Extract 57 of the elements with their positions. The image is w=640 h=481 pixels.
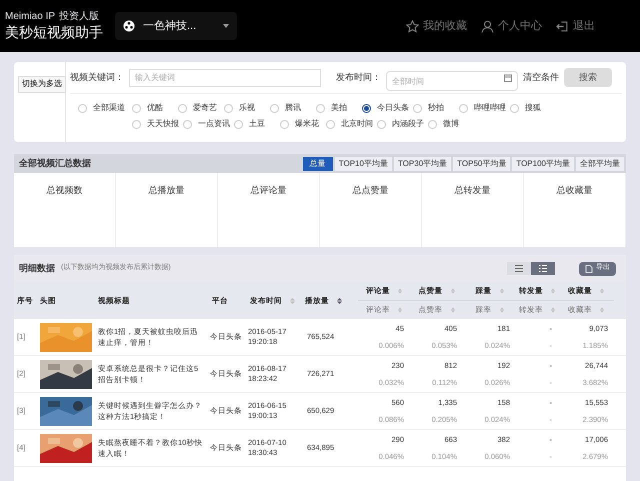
channel-radio[interactable]: 秒拍 xyxy=(413,100,459,116)
channel-radio[interactable]: 北京时间 xyxy=(326,116,377,132)
brand-label: Meimiao IP xyxy=(5,11,56,24)
summary-tab[interactable]: TOP30平均量 xyxy=(394,156,452,170)
nav-link[interactable]: 个人中心 xyxy=(481,18,542,34)
logout-icon xyxy=(556,20,569,32)
panel-title: 全部视频汇总数据 xyxy=(19,156,91,170)
edition-label: 投资人版 xyxy=(59,11,100,24)
list-icon xyxy=(539,265,547,272)
summary-tab[interactable]: 全部平均量 xyxy=(576,156,624,170)
date-field[interactable]: 全部时间 xyxy=(386,71,518,91)
star-icon xyxy=(406,20,419,32)
channel-radio[interactable]: 内涵段子 xyxy=(377,116,428,132)
channel-radio[interactable]: 哔哩哔哩 xyxy=(459,100,510,116)
detail-view-button[interactable] xyxy=(531,262,555,275)
channel-radio[interactable]: 天天快报 xyxy=(132,116,183,132)
stat-label: 总点赞量 xyxy=(352,184,388,197)
search-button[interactable]: 搜索 xyxy=(564,68,612,87)
channel-radio[interactable]: 搜狐 xyxy=(510,100,556,116)
channel-radio[interactable]: 美拍 xyxy=(316,100,362,116)
stat-label: 总转发量 xyxy=(454,184,490,197)
field-label: 发布时间： xyxy=(336,70,381,84)
sort-icon[interactable] xyxy=(337,298,342,304)
channel-radio[interactable]: 腾讯 xyxy=(270,100,316,116)
panel-title: 明细数据 xyxy=(19,262,55,275)
channel-radio[interactable]: 土豆 xyxy=(234,116,280,132)
list-icon xyxy=(515,265,523,272)
film-reel-icon xyxy=(123,20,135,32)
keyword-field[interactable]: 输入关键词 xyxy=(129,68,321,86)
file-export-icon xyxy=(585,264,593,272)
summary-tab[interactable]: TOP10平均量 xyxy=(334,156,392,170)
channel-radio[interactable]: 爱奇艺 xyxy=(178,100,224,116)
channel-radio[interactable]: 一点资讯 xyxy=(183,116,234,132)
channel-radio[interactable]: 今日头条 xyxy=(362,100,413,116)
nav-link[interactable]: 我的收藏 xyxy=(406,18,467,34)
clear-link[interactable]: 清空条件 xyxy=(523,70,559,84)
summary-tab[interactable]: TOP100平均量 xyxy=(512,156,574,170)
caret-icon xyxy=(223,24,229,28)
summary-tab[interactable]: 总量 xyxy=(302,156,333,170)
summary-tab[interactable]: TOP50平均量 xyxy=(453,156,510,170)
channel-radio[interactable]: 全部渠道 xyxy=(78,100,125,116)
stat-label: 总视频数 xyxy=(46,184,82,197)
channel-radio[interactable]: 微博 xyxy=(428,116,474,132)
channel-radio[interactable]: 爆米花 xyxy=(280,116,326,132)
channel-radio[interactable]: 乐视 xyxy=(224,100,270,116)
field-label: 视频关键词： xyxy=(70,70,124,84)
stat-label: 总评论量 xyxy=(250,184,286,197)
stat-label: 总播放量 xyxy=(148,184,184,197)
channel-select[interactable]: 一色神技... xyxy=(115,12,237,40)
stat-label: 总收藏量 xyxy=(556,184,592,197)
user-icon xyxy=(481,20,494,32)
list-view-button[interactable] xyxy=(507,262,531,275)
nav-link[interactable]: 退出 xyxy=(556,18,595,34)
calendar-icon xyxy=(504,74,512,82)
channel-radio[interactable]: 优酷 xyxy=(132,100,178,116)
app-name: 美秒短视频助手 xyxy=(5,24,104,41)
multi-select-toggle[interactable]: 切换为多选 xyxy=(18,76,66,92)
